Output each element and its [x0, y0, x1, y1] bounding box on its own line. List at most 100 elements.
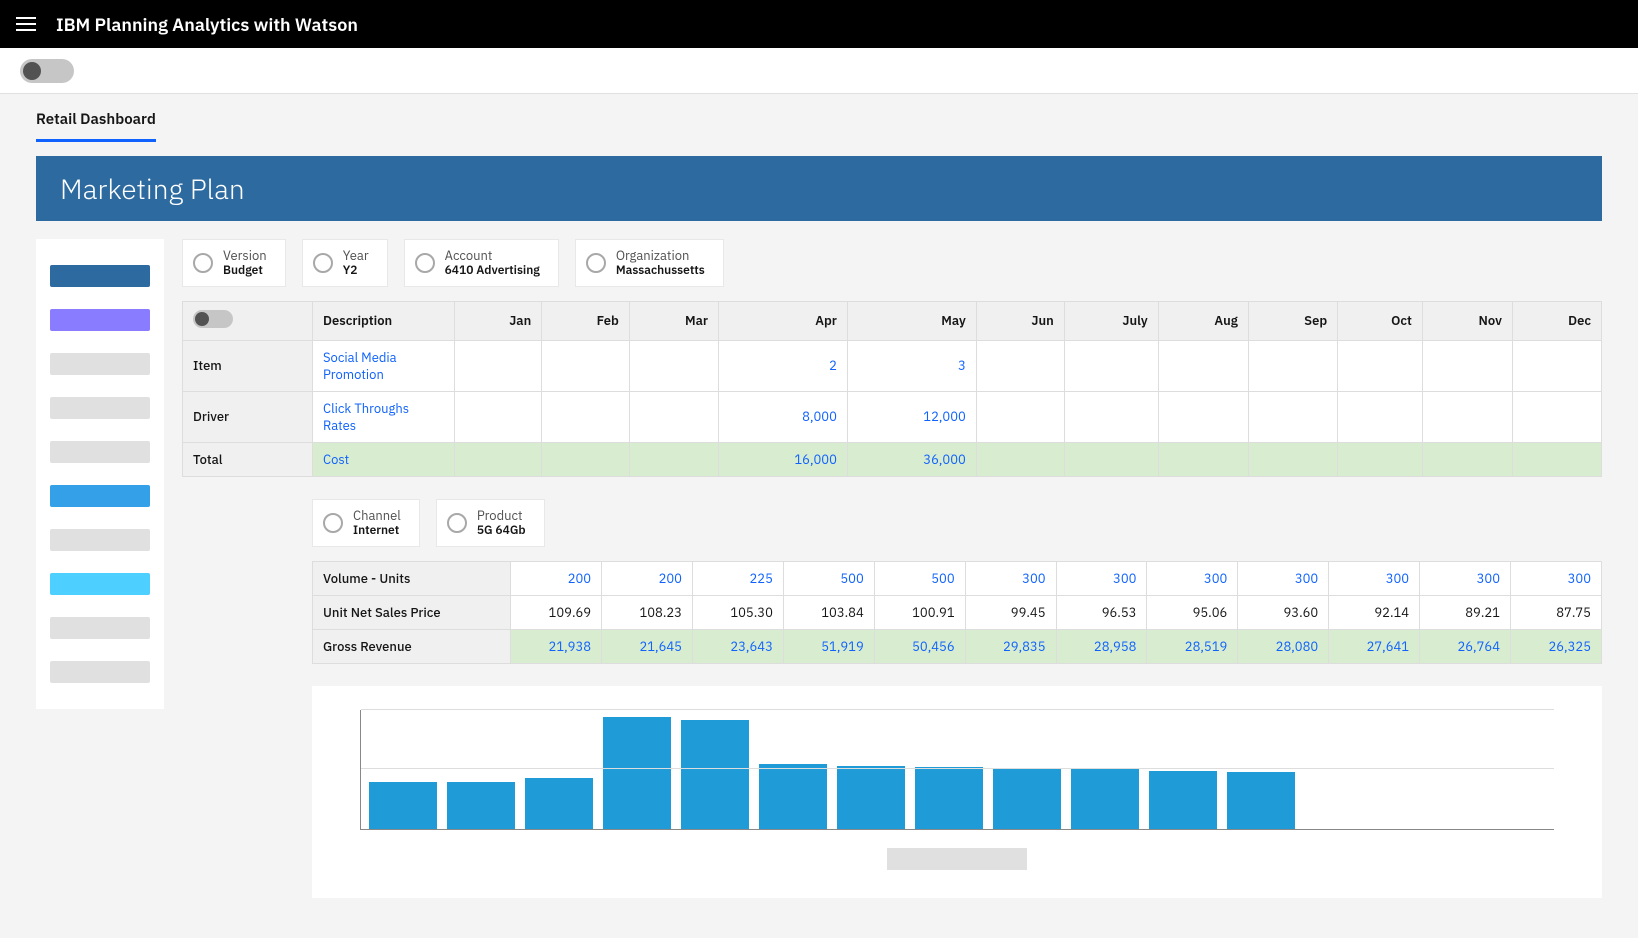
data-cell[interactable]: 36,000 [847, 442, 976, 476]
sidebar-item[interactable] [50, 617, 150, 639]
chart-bar [1071, 769, 1139, 829]
sidebar-item[interactable] [50, 573, 150, 595]
data-cell[interactable] [1248, 442, 1337, 476]
data-cell[interactable]: 300 [1056, 561, 1147, 595]
filter-year[interactable]: YearY2 [302, 239, 388, 287]
data-cell[interactable]: 29,835 [965, 629, 1056, 663]
data-cell[interactable]: 108.23 [602, 595, 693, 629]
data-cell[interactable]: 2 [719, 340, 848, 391]
data-cell[interactable]: 300 [1238, 561, 1329, 595]
data-cell[interactable]: 28,080 [1238, 629, 1329, 663]
sidebar-item[interactable] [50, 485, 150, 507]
data-cell[interactable] [1422, 340, 1512, 391]
sidebar-item[interactable] [50, 397, 150, 419]
data-cell[interactable] [1422, 442, 1512, 476]
chart-bar [837, 766, 905, 829]
data-cell[interactable]: 51,919 [783, 629, 874, 663]
filter-version[interactable]: VersionBudget [182, 239, 286, 287]
data-cell[interactable]: 12,000 [847, 391, 976, 442]
data-cell[interactable]: 27,641 [1329, 629, 1420, 663]
data-cell[interactable] [629, 391, 718, 442]
data-cell[interactable]: 300 [1329, 561, 1420, 595]
data-cell[interactable]: 89.21 [1420, 595, 1511, 629]
data-cell[interactable]: 21,645 [602, 629, 693, 663]
data-cell[interactable] [1064, 391, 1158, 442]
sidebar-item[interactable] [50, 309, 150, 331]
data-cell[interactable] [629, 442, 718, 476]
data-cell[interactable] [1158, 340, 1248, 391]
data-cell[interactable] [542, 340, 630, 391]
filter-channel[interactable]: ChannelInternet [312, 499, 420, 547]
data-cell[interactable] [542, 391, 630, 442]
data-cell[interactable]: 500 [874, 561, 965, 595]
data-cell[interactable] [1422, 391, 1512, 442]
data-cell[interactable]: 300 [1147, 561, 1238, 595]
menu-icon[interactable] [16, 17, 36, 31]
sidebar-item[interactable] [50, 353, 150, 375]
mode-toggle[interactable] [20, 59, 74, 83]
data-cell[interactable]: 200 [602, 561, 693, 595]
data-cell[interactable]: 16,000 [719, 442, 848, 476]
data-cell[interactable]: 93.60 [1238, 595, 1329, 629]
data-cell[interactable]: 26,325 [1511, 629, 1602, 663]
data-cell[interactable]: 50,456 [874, 629, 965, 663]
chart-bar [525, 778, 593, 829]
data-cell[interactable]: 3 [847, 340, 976, 391]
data-cell[interactable] [1248, 340, 1337, 391]
data-cell[interactable] [455, 442, 542, 476]
data-cell[interactable]: 103.84 [783, 595, 874, 629]
table-row: TotalCost16,00036,000 [183, 442, 1602, 476]
data-cell[interactable] [455, 340, 542, 391]
filter-organization[interactable]: OrganizationMassachussetts [575, 239, 724, 287]
table-toggle[interactable] [193, 310, 233, 328]
data-cell[interactable]: 300 [1511, 561, 1602, 595]
data-cell[interactable]: 95.06 [1147, 595, 1238, 629]
data-cell[interactable]: 87.75 [1511, 595, 1602, 629]
data-cell[interactable] [455, 391, 542, 442]
data-cell[interactable]: 200 [511, 561, 602, 595]
data-cell[interactable]: 500 [783, 561, 874, 595]
data-cell[interactable]: 21,938 [511, 629, 602, 663]
data-cell[interactable] [1064, 340, 1158, 391]
data-cell[interactable] [976, 340, 1064, 391]
data-cell[interactable] [1338, 391, 1423, 442]
filter-product[interactable]: Product5G 64Gb [436, 499, 545, 547]
data-cell[interactable]: 8,000 [719, 391, 848, 442]
data-cell[interactable]: 96.53 [1056, 595, 1147, 629]
data-cell[interactable] [542, 442, 630, 476]
link-cell[interactable]: Social Media Promotion [313, 340, 455, 391]
data-cell[interactable]: 28,958 [1056, 629, 1147, 663]
sidebar-item[interactable] [50, 529, 150, 551]
link-cell[interactable]: Cost [313, 442, 455, 476]
data-cell[interactable] [1158, 442, 1248, 476]
data-cell[interactable]: 109.69 [511, 595, 602, 629]
data-cell[interactable]: 26,764 [1420, 629, 1511, 663]
sidebar-item[interactable] [50, 661, 150, 683]
data-cell[interactable]: 28,519 [1147, 629, 1238, 663]
data-cell[interactable] [1512, 340, 1601, 391]
data-cell[interactable] [976, 442, 1064, 476]
link-cell[interactable]: Click Throughs Rates [313, 391, 455, 442]
data-cell[interactable] [629, 340, 718, 391]
data-cell[interactable] [976, 391, 1064, 442]
sidebar-item[interactable] [50, 441, 150, 463]
data-cell[interactable]: 92.14 [1329, 595, 1420, 629]
data-cell[interactable] [1512, 442, 1601, 476]
data-cell[interactable]: 300 [1420, 561, 1511, 595]
sidebar-item[interactable] [50, 265, 150, 287]
data-cell[interactable]: 100.91 [874, 595, 965, 629]
data-cell[interactable]: 23,643 [692, 629, 783, 663]
data-cell[interactable] [1338, 442, 1423, 476]
data-cell[interactable] [1158, 391, 1248, 442]
data-cell[interactable] [1512, 391, 1601, 442]
data-cell[interactable] [1338, 340, 1423, 391]
filter-account[interactable]: Account6410 Advertising [404, 239, 559, 287]
data-cell[interactable]: 300 [965, 561, 1056, 595]
data-cell[interactable] [1248, 391, 1337, 442]
data-cell[interactable]: 225 [692, 561, 783, 595]
data-cell[interactable]: 105.30 [692, 595, 783, 629]
data-cell[interactable]: 99.45 [965, 595, 1056, 629]
app-title: IBM Planning Analytics with Watson [56, 13, 358, 36]
tab-retail-dashboard[interactable]: Retail Dashboard [36, 110, 156, 142]
data-cell[interactable] [1064, 442, 1158, 476]
